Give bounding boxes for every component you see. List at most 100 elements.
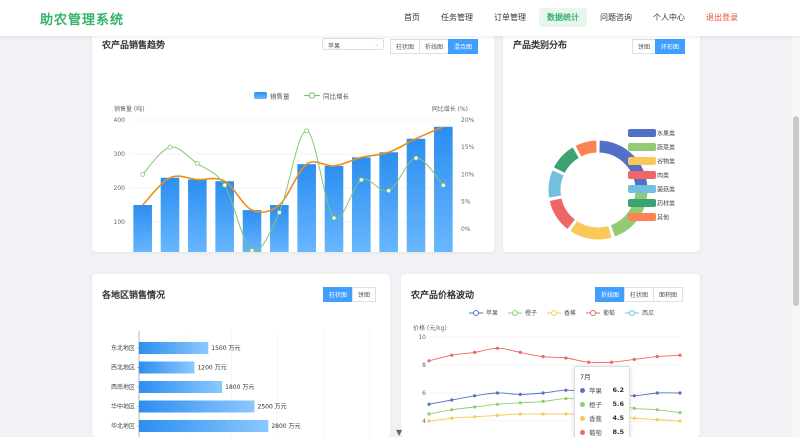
legend-dot-icon — [590, 310, 596, 316]
price-line — [428, 389, 681, 405]
category-dist-title: 产品类别分布 — [513, 41, 568, 51]
donut-slice — [548, 197, 577, 231]
nav-item[interactable]: 个人中心 — [645, 8, 693, 27]
price-point — [541, 391, 545, 395]
y-axis-title: 价格 (元/kg) — [413, 324, 447, 332]
price-point — [518, 392, 522, 396]
region-sales-title: 各地区销售情况 — [102, 291, 166, 301]
price-fluct-chart-type: 折线图 柱状图 面积图 — [595, 287, 684, 302]
nav-item[interactable]: 问题咨询 — [592, 8, 640, 27]
legend-label: 水果类 — [657, 130, 675, 138]
price-point — [655, 355, 659, 359]
price-point — [564, 397, 568, 401]
region-sales-chart: 东北地区 1500 万元西北地区 1200 万元西南地区 1800 万元华中地区 250… — [111, 331, 371, 437]
tooltip-series-name: 苹果 — [589, 387, 602, 395]
legend-bar-icon — [254, 92, 267, 99]
region-bar — [139, 342, 209, 354]
legend-label: 西瓜 — [642, 310, 654, 317]
page-scrollbar[interactable] — [792, 36, 800, 437]
price-point — [678, 353, 682, 357]
y-tick-label: 6 — [422, 390, 426, 397]
region-bar — [139, 400, 255, 413]
bar — [324, 165, 344, 252]
y-tick-label: 4 — [422, 418, 426, 425]
series-dot-icon — [580, 401, 585, 407]
bar — [160, 177, 180, 252]
chart-type-button[interactable]: 折线图 — [595, 287, 626, 302]
sales-trend-line — [142, 126, 444, 214]
legend-dot-icon — [308, 92, 316, 99]
growth-point — [304, 128, 310, 134]
y-tick-label: 100 — [114, 219, 126, 226]
legend-label: 同比增长 — [323, 92, 350, 101]
legend-label: 谷物类 — [657, 158, 675, 166]
donut-slice — [547, 169, 565, 199]
price-point — [473, 415, 477, 419]
price-point — [678, 391, 682, 395]
sales-trend-chart: 销售量同比增长销售量 (吨)同比增长 (%)0100200300400-5%0%… — [114, 92, 475, 252]
chart-type-button[interactable]: 饼图 — [352, 287, 377, 302]
bar — [434, 126, 453, 252]
bar — [297, 164, 316, 252]
legend-dot-icon — [629, 310, 635, 316]
price-line — [428, 413, 681, 422]
price-fluct-chart: 苹果 橙子 香蕉 葡萄 西瓜价格 (元/kg)46810 — [413, 309, 682, 425]
price-point — [473, 350, 477, 354]
app-logo[interactable]: 助农管理系统 — [40, 9, 124, 28]
region-sales-chart-type: 柱状图 饼图 — [323, 287, 377, 302]
legend-swatch-icon — [628, 199, 656, 207]
growth-point — [386, 188, 392, 194]
tooltip-series-value: 4.5 — [612, 414, 624, 422]
price-point — [450, 398, 454, 402]
price-point — [427, 419, 431, 423]
chart-type-button[interactable]: 面积图 — [653, 287, 684, 302]
legend-label: 药材类 — [657, 200, 675, 208]
price-point — [564, 412, 568, 416]
price-point — [678, 419, 682, 423]
price-point — [587, 360, 591, 364]
price-point — [609, 360, 614, 364]
chart-legend: 销售量 同比增长 — [254, 92, 350, 101]
region-sales-card: 各地区销售情况 柱状图 饼图 东北地区 1500 万元 西北地区 1200 万元 西南地区… — [92, 274, 390, 437]
tooltip-series-name: 橙子 — [589, 401, 602, 409]
series-dot-icon — [580, 415, 585, 421]
legend-label: 葡萄 — [603, 309, 615, 317]
price-point — [473, 405, 477, 409]
price-point — [450, 416, 454, 420]
bar-value-label: 1500 万元 — [211, 345, 240, 352]
y-tick-label: 西北地区 — [111, 364, 135, 372]
sales-trend-card: 农产品销售趋势 苹果 ⌄ 柱状图 折线图 混合图 销售量 同比增长 销售量 (吨) 同比增… — [92, 30, 494, 252]
tooltip-row: 香蕉 4.5 — [580, 413, 624, 423]
growth-point — [194, 161, 200, 166]
y2-tick-label: 10% — [461, 171, 475, 178]
bar — [215, 181, 234, 252]
growth-point — [440, 182, 446, 188]
top-header: 助农管理系统 首页 任务管理 订单管理 数据统计 问题咨询 个人中心 退出登录 — [0, 0, 800, 36]
y-tick-label: 8 — [422, 362, 426, 369]
bar — [133, 205, 152, 252]
growth-point — [276, 210, 282, 215]
price-point — [427, 402, 431, 406]
scroll-down-icon[interactable]: ▼ — [396, 428, 402, 437]
nav-item[interactable]: 数据统计 — [539, 8, 587, 27]
bar — [379, 152, 398, 252]
logout-button[interactable]: 退出登录 — [698, 8, 746, 27]
tooltip-row: 苹果 6.2 — [580, 385, 624, 395]
legend-dot-icon — [551, 310, 557, 316]
y-tick-label: 西南地区 — [111, 383, 135, 391]
price-point — [655, 408, 659, 412]
price-point — [632, 394, 636, 398]
nav-item[interactable]: 首页 — [396, 8, 428, 27]
chart-type-button[interactable]: 柱状图 — [323, 287, 354, 302]
price-point — [678, 411, 682, 415]
nav-item[interactable]: 订单管理 — [486, 8, 534, 27]
chart-type-button[interactable]: 柱状图 — [624, 287, 655, 302]
tooltip-rows: 苹果 6.2 橙子 5.6 香蕉 4.5 葡萄 8.5 — [580, 385, 624, 437]
legend-label: 蔬菜类 — [657, 144, 675, 152]
y-tick-label: 华中地区 — [111, 403, 135, 411]
growth-point — [167, 144, 173, 150]
nav-item[interactable]: 任务管理 — [433, 8, 481, 27]
price-point — [564, 388, 568, 392]
tooltip-series-name: 香蕉 — [589, 415, 602, 423]
page-scrollbar-thumb[interactable] — [793, 116, 799, 306]
